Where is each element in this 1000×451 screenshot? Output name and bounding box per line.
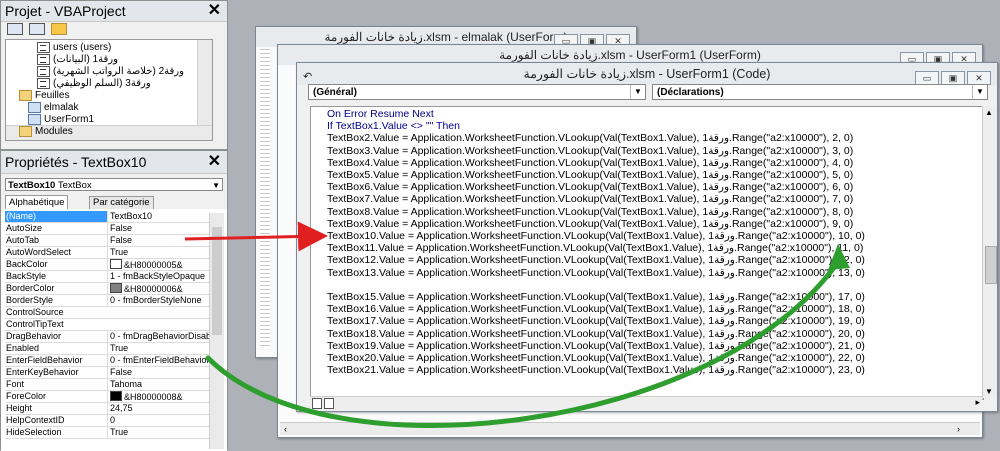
green-arrow-head	[828, 244, 850, 270]
red-arrow	[184, 221, 328, 252]
annotation-arrows	[184, 221, 850, 428]
green-arrow	[205, 259, 841, 428]
